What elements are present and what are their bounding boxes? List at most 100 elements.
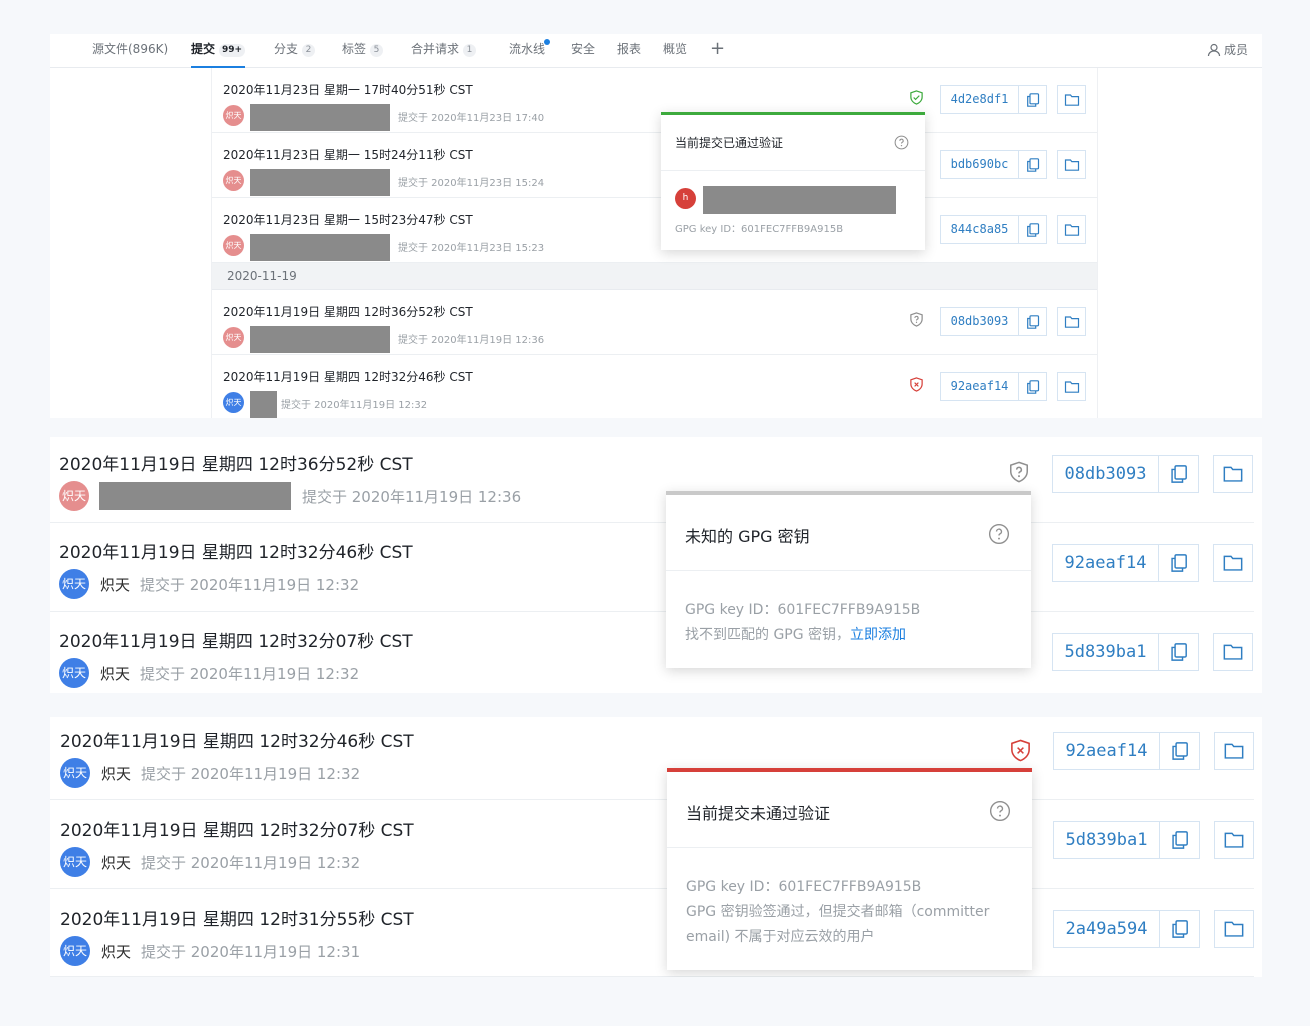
tab-pipelines[interactable]: 流水线 [509, 34, 551, 68]
commit-title[interactable]: 2020年11月19日 星期四 12时31分55秒 CST [60, 905, 414, 930]
copy-hash-button[interactable] [1160, 821, 1200, 859]
browse-files-button[interactable] [1213, 544, 1253, 582]
commit-hash-link[interactable]: 5d839ba1 [1053, 821, 1160, 859]
tab-security[interactable]: 安全 [571, 34, 595, 68]
commit-row[interactable]: 2020年11月19日 星期四 12时32分46秒 CST 炽天 炽天 提交于 … [50, 717, 1254, 800]
commit-title[interactable]: 2020年11月19日 星期四 12时32分46秒 CST [60, 727, 414, 752]
commit-title[interactable]: 2020年11月19日 星期四 12时32分07秒 CST [60, 816, 414, 841]
folder-icon [1064, 223, 1079, 236]
copy-icon [1171, 920, 1188, 938]
copy-hash-button[interactable] [1019, 307, 1047, 336]
commit-row[interactable]: 2020年11月19日 星期四 12时32分07秒 CST 炽天 炽天 提交于 … [50, 800, 1254, 889]
tab-source[interactable]: 源文件(896K) [92, 34, 168, 68]
commit-author[interactable]: 炽天 [100, 663, 130, 684]
commit-hash-link[interactable]: 08db3093 [1052, 455, 1159, 493]
members-button[interactable]: 成员 [1207, 34, 1248, 68]
shield-x-icon[interactable] [909, 377, 924, 392]
commit-row[interactable]: 2020年11月19日 星期四 12时31分55秒 CST 炽天 炽天 提交于 … [50, 889, 1254, 977]
commit-title[interactable]: 2020年11月19日 星期四 12时36分52秒 CST [223, 303, 473, 320]
copy-icon [1026, 157, 1039, 172]
commit-title[interactable]: 2020年11月19日 星期四 12时32分46秒 CST [59, 538, 413, 563]
shield-question-icon[interactable] [909, 312, 924, 327]
commit-author[interactable]: 炽天 [100, 574, 130, 595]
commit-author[interactable]: 炽天 [101, 941, 131, 962]
copy-hash-button[interactable] [1019, 85, 1047, 114]
commit-time: 提交于 2020年11月19日 12:32 [141, 765, 361, 783]
commit-title[interactable]: 2020年11月23日 星期一 17时40分51秒 CST [223, 81, 473, 98]
browse-files-button[interactable] [1057, 215, 1086, 244]
tab-label: 流水线 [509, 42, 546, 56]
commit-row[interactable]: 2020年11月23日 星期一 15时24分11秒 CST 炽天 提交于 202… [212, 133, 1097, 198]
tab-label: 安全 [571, 42, 596, 56]
commit-row[interactable]: 2020年11月19日 星期四 12时32分46秒 CST 炽天 炽天 提交于 … [50, 523, 1254, 612]
commit-hash-link[interactable]: 92aeaf14 [1052, 544, 1159, 582]
avatar: 炽天 [60, 758, 90, 788]
tab-branches[interactable]: 分支 2 [274, 34, 316, 68]
shield-question-icon[interactable] [1008, 461, 1030, 483]
commit-time: 提交于 2020年11月23日 17:40 [398, 113, 545, 124]
popover-title: 当前提交已通过验证 [675, 136, 784, 150]
copy-icon [1026, 379, 1039, 394]
add-gpg-key-link[interactable]: 立即添加 [850, 627, 906, 643]
commit-hash-link[interactable]: 4d2e8df1 [940, 85, 1019, 114]
commit-row[interactable]: 2020年11月19日 星期四 12时36分52秒 CST 炽天 提交于 202… [50, 437, 1254, 523]
redacted-author [99, 482, 291, 510]
browse-files-button[interactable] [1057, 150, 1086, 179]
commit-hash-link[interactable]: 08db3093 [940, 307, 1019, 336]
copy-hash-button[interactable] [1019, 150, 1047, 179]
browse-files-button[interactable] [1057, 307, 1086, 336]
copy-icon [1170, 643, 1187, 661]
commit-hash-link[interactable]: 844c8a85 [940, 215, 1019, 244]
browse-files-button[interactable] [1214, 821, 1254, 859]
help-icon[interactable] [894, 135, 909, 150]
copy-hash-button[interactable] [1159, 544, 1199, 582]
tab-commits[interactable]: 提交 99+ [191, 34, 246, 68]
tab-merge-requests[interactable]: 合并请求 1 [411, 34, 477, 68]
commit-row[interactable]: 2020年11月23日 星期一 17时40分51秒 CST 炽天 提交于 202… [212, 68, 1097, 133]
browse-files-button[interactable] [1213, 633, 1253, 671]
commit-hash-link[interactable]: 92aeaf14 [1053, 732, 1160, 770]
commit-row[interactable]: 2020年11月19日 星期四 12时32分46秒 CST 炽天 提交于 202… [212, 355, 1097, 418]
commit-hash-link[interactable]: 92aeaf14 [940, 372, 1019, 401]
commit-hash-link[interactable]: 5d839ba1 [1052, 633, 1159, 671]
commit-author[interactable]: 炽天 [101, 852, 131, 873]
browse-files-button[interactable] [1057, 372, 1086, 401]
shield-x-icon[interactable] [1009, 739, 1032, 762]
browse-files-button[interactable] [1214, 910, 1254, 948]
browse-files-button[interactable] [1213, 455, 1253, 493]
add-tab-button[interactable]: + [710, 34, 725, 68]
browse-files-button[interactable] [1057, 85, 1086, 114]
commits-panel-zoom-unknown: 2020年11月19日 星期四 12时36分52秒 CST 炽天 提交于 202… [50, 437, 1262, 693]
commit-title[interactable]: 2020年11月23日 星期一 15时23分47秒 CST [223, 211, 473, 228]
copy-hash-button[interactable] [1160, 910, 1200, 948]
browse-files-button[interactable] [1214, 732, 1254, 770]
popover-header: 当前提交已通过验证 [661, 115, 925, 171]
tab-reports[interactable]: 报表 [617, 34, 641, 68]
commit-hash-link[interactable]: 2a49a594 [1053, 910, 1160, 948]
popover-header: 当前提交未通过验证 [667, 772, 1032, 848]
help-icon[interactable] [989, 800, 1011, 822]
commit-row[interactable]: 2020年11月23日 星期一 15时23分47秒 CST 炽天 提交于 202… [212, 198, 1097, 263]
commit-hash-link[interactable]: bdb690bc [940, 150, 1019, 179]
commit-title[interactable]: 2020年11月19日 星期四 12时36分52秒 CST [59, 450, 413, 475]
commit-title[interactable]: 2020年11月19日 星期四 12时32分46秒 CST [223, 368, 473, 385]
tab-tags[interactable]: 标签 5 [342, 34, 384, 68]
commit-author[interactable]: 炽天 [101, 763, 131, 784]
tab-overview[interactable]: 概览 [663, 34, 687, 68]
commit-row[interactable]: 2020年11月19日 星期四 12时36分52秒 CST 炽天 提交于 202… [212, 290, 1097, 355]
folder-icon [1064, 93, 1079, 106]
copy-hash-button[interactable] [1160, 732, 1200, 770]
commit-row[interactable]: 2020年11月19日 星期四 12时32分07秒 CST 炽天 炽天 提交于 … [50, 612, 1254, 693]
commit-time: 提交于 2020年11月19日 12:31 [141, 943, 361, 961]
commit-title[interactable]: 2020年11月19日 星期四 12时32分07秒 CST [59, 627, 413, 652]
commit-title[interactable]: 2020年11月23日 星期一 15时24分11秒 CST [223, 146, 473, 163]
copy-hash-button[interactable] [1159, 633, 1199, 671]
commit-time: 提交于 2020年11月19日 12:36 [398, 335, 545, 346]
shield-check-icon[interactable] [909, 90, 924, 105]
copy-hash-button[interactable] [1019, 372, 1047, 401]
help-icon[interactable] [988, 523, 1010, 545]
copy-hash-button[interactable] [1159, 455, 1199, 493]
copy-hash-button[interactable] [1019, 215, 1047, 244]
folder-icon [1064, 315, 1079, 328]
user-icon [1207, 43, 1221, 57]
